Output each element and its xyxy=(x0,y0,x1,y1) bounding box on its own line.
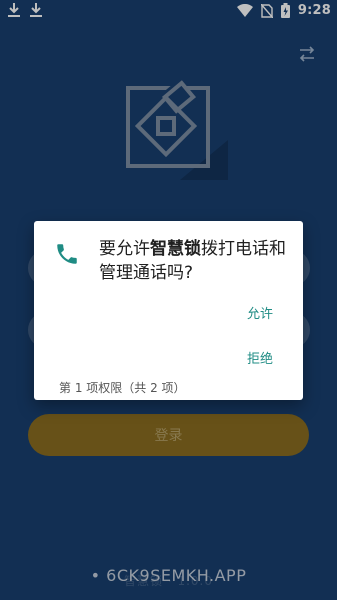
permission-dialog: 要允许智慧锁拨打电话和管理通话吗? 允许 拒绝 第 1 项权限（共 2 项） xyxy=(34,221,303,400)
allow-button[interactable]: 允许 xyxy=(247,303,273,322)
permission-progress: 第 1 项权限（共 2 项） xyxy=(59,381,186,395)
dialog-message: 要允许智慧锁拨打电话和管理通话吗? xyxy=(99,237,294,285)
message-prefix: 要允许 xyxy=(99,239,150,259)
message-app-name: 智慧锁 xyxy=(150,239,201,259)
phone-icon xyxy=(54,241,80,267)
deny-button[interactable]: 拒绝 xyxy=(247,348,273,367)
